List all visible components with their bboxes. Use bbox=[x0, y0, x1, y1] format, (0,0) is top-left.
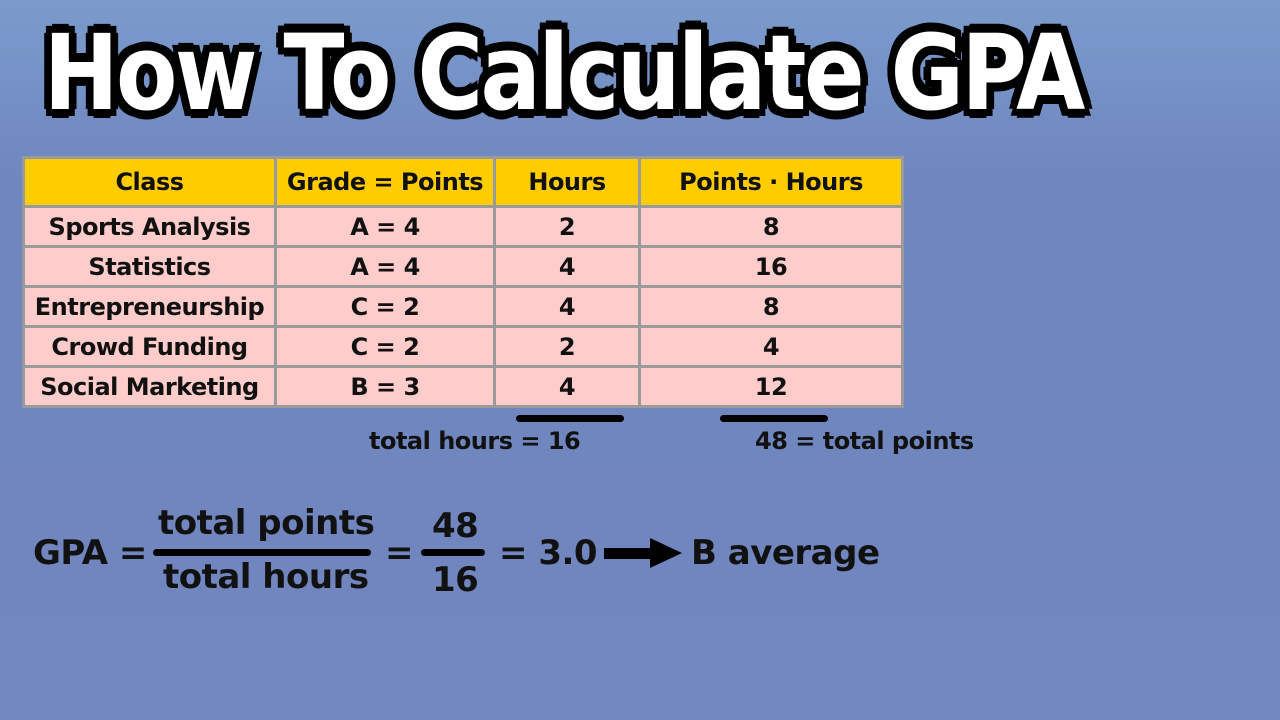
header-points-hours: Points · Hours bbox=[638, 156, 904, 208]
equals-sign: = bbox=[385, 533, 414, 573]
hours-sum-line bbox=[516, 415, 624, 422]
cell-grade: C = 2 bbox=[274, 325, 496, 368]
cell-hours: 2 bbox=[493, 205, 641, 248]
cell-class: Statistics bbox=[22, 245, 277, 288]
right-arrow-icon bbox=[604, 538, 682, 568]
grade-conclusion: B average bbox=[691, 533, 880, 573]
cell-class: Social Marketing bbox=[22, 365, 277, 408]
numerator-value: 48 bbox=[432, 506, 479, 546]
cell-class: Entrepreneurship bbox=[22, 285, 277, 328]
page-title: How To Calculate GPA bbox=[43, 12, 1086, 134]
gpa-table: Class Grade = Points Hours Points · Hour… bbox=[22, 156, 904, 408]
table-row: Entrepreneurship C = 2 4 8 bbox=[22, 285, 904, 328]
cell-points-hours: 16 bbox=[638, 245, 904, 288]
cell-points-hours: 8 bbox=[638, 285, 904, 328]
cell-hours: 2 bbox=[493, 325, 641, 368]
table-header-row: Class Grade = Points Hours Points · Hour… bbox=[22, 156, 904, 208]
cell-class: Crowd Funding bbox=[22, 325, 277, 368]
header-class: Class bbox=[22, 156, 277, 208]
value-fraction-bar bbox=[421, 549, 485, 556]
table-row: Sports Analysis A = 4 2 8 bbox=[22, 205, 904, 248]
cell-class: Sports Analysis bbox=[22, 205, 277, 248]
cell-points-hours: 12 bbox=[638, 365, 904, 408]
formula-numerator: total points bbox=[158, 503, 375, 543]
table-row: Statistics A = 4 4 16 bbox=[22, 245, 904, 288]
cell-points-hours: 8 bbox=[638, 205, 904, 248]
header-grade-points: Grade = Points bbox=[274, 156, 496, 208]
cell-hours: 4 bbox=[493, 285, 641, 328]
gpa-result: = 3.0 bbox=[499, 533, 598, 573]
fraction-bar bbox=[153, 549, 371, 556]
cell-grade: A = 4 bbox=[274, 245, 496, 288]
cell-points-hours: 4 bbox=[638, 325, 904, 368]
cell-hours: 4 bbox=[493, 245, 641, 288]
points-sum-line bbox=[720, 415, 828, 422]
table-row: Crowd Funding C = 2 2 4 bbox=[22, 325, 904, 368]
gpa-lhs: GPA = bbox=[33, 533, 147, 573]
cell-grade: A = 4 bbox=[274, 205, 496, 248]
header-hours: Hours bbox=[493, 156, 641, 208]
cell-grade: B = 3 bbox=[274, 365, 496, 408]
denominator-value: 16 bbox=[432, 560, 479, 600]
formula-denominator: total hours bbox=[163, 557, 369, 597]
cell-hours: 4 bbox=[493, 365, 641, 408]
total-hours-label: total hours = 16 bbox=[369, 427, 581, 455]
total-points-label: 48 = total points bbox=[755, 427, 974, 455]
table-row: Social Marketing B = 3 4 12 bbox=[22, 365, 904, 408]
cell-grade: C = 2 bbox=[274, 285, 496, 328]
